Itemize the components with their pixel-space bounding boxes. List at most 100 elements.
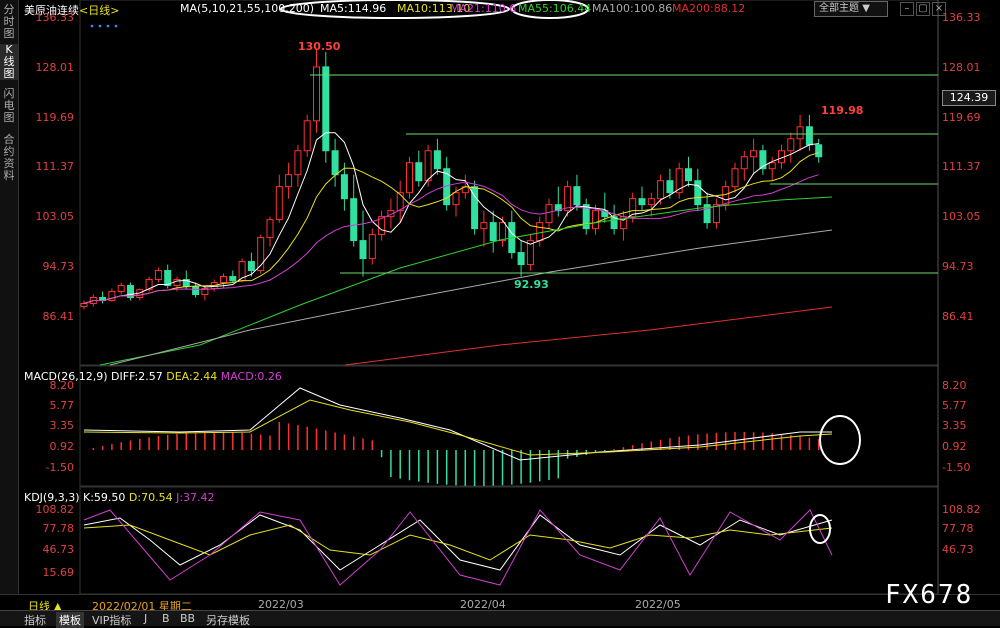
tab-vip-indicators[interactable]: VIP指标: [92, 612, 131, 628]
kdj-k-line: [83, 514, 833, 571]
price-tick-right: 103.05: [942, 210, 981, 223]
ma200-value: MA200:88.12: [672, 2, 746, 15]
ma5-value: MA5:114.96: [320, 2, 387, 15]
candle-body: [731, 168, 739, 188]
macd-tick-left: 3.35: [49, 419, 75, 432]
tab-save-template[interactable]: 另存模板: [206, 612, 250, 628]
price-chart[interactable]: [0, 0, 1000, 625]
current-price-tag: 124.39: [942, 90, 996, 106]
marker-dot: [106, 24, 110, 28]
theme-label: 全部主题: [819, 3, 859, 14]
watermark: FX678: [885, 580, 974, 610]
macd-tick-left: 0.92: [49, 440, 75, 453]
candle-body: [247, 261, 255, 272]
minimize-icon[interactable]: –: [900, 2, 914, 16]
candle-body: [768, 162, 776, 170]
candle-body: [666, 180, 674, 194]
chevron-down-icon: ▼: [862, 3, 870, 14]
macd-panel-frame: [79, 365, 939, 487]
candle-body: [499, 222, 506, 242]
candle-body: [303, 120, 311, 152]
candle-body: [592, 210, 599, 230]
restore-icon[interactable]: ▢: [916, 2, 930, 16]
period-label: <日线>: [79, 4, 120, 17]
high-annotation: 130.50: [298, 40, 341, 53]
tab-b[interactable]: B: [162, 612, 170, 625]
candle-body: [368, 234, 376, 260]
price-tick-left: 136.33: [35, 11, 75, 24]
macd-tick-left: 5.77: [49, 399, 75, 412]
ma21-value: MA21:110.6: [450, 2, 517, 15]
candle-body: [545, 204, 553, 224]
candle-body: [722, 186, 730, 206]
candle-body: [154, 270, 162, 281]
candle-body: [415, 162, 423, 182]
indicator-tab-bar: 指标 模板 VIP指标 J B BB 另存模板: [0, 610, 1000, 628]
candle-body: [266, 219, 274, 239]
price-tick-right: 86.41: [942, 310, 974, 323]
candle-body: [536, 222, 544, 242]
price-tick-right: 119.69: [942, 111, 981, 124]
kdj-tick-left: 77.78: [42, 522, 75, 535]
tab-indicators[interactable]: 指标: [24, 612, 46, 628]
candle-body: [480, 222, 488, 230]
low-annotation: 92.93: [514, 278, 549, 291]
candle-body: [340, 174, 348, 200]
candle-body: [433, 150, 441, 170]
candle-body: [638, 198, 646, 206]
candle-body: [787, 138, 795, 152]
price-tick-left: 119.69: [35, 111, 75, 124]
candle-body: [275, 186, 283, 221]
candle-body: [294, 150, 302, 176]
tab-templates[interactable]: 模板: [56, 612, 84, 628]
kdj-tick-right: 46.73: [942, 543, 974, 556]
candle-body: [712, 204, 720, 224]
candle-body: [396, 192, 404, 212]
candle-body: [331, 150, 339, 176]
kdj-k: K:59.50: [83, 491, 126, 504]
price-tick-left: 86.41: [42, 310, 75, 323]
kdj-tick-left: 108.82: [35, 503, 75, 516]
ma10-line: [83, 152, 819, 304]
candle-body: [117, 285, 125, 293]
tab-j[interactable]: J: [144, 612, 147, 625]
candle-body: [657, 180, 665, 200]
kdj-tick-right: 108.82: [942, 503, 981, 516]
marker-dot: [98, 24, 102, 28]
candle-body: [815, 144, 823, 158]
macd-tick-right: 5.77: [942, 399, 967, 412]
macd-tick-right: 0.92: [942, 440, 967, 453]
ma-params: MA(5,10,21,55,100,200): [180, 2, 315, 15]
kdj-j: J:37.42: [176, 491, 215, 504]
macd-tick-left: 8.20: [49, 379, 75, 392]
theme-select[interactable]: 全部主题 ▼: [814, 1, 888, 17]
candle-body: [424, 150, 432, 182]
candle-body: [750, 150, 758, 158]
candle-body: [350, 198, 358, 242]
candle-body: [647, 198, 655, 206]
kdj-d-line: [83, 524, 833, 561]
candle-body: [517, 252, 525, 266]
candle-body: [796, 126, 804, 140]
candle-body: [406, 162, 413, 194]
kdj-tick-left: 46.73: [42, 543, 75, 556]
candle-body: [573, 186, 581, 206]
price-tick-right: 94.73: [942, 260, 974, 273]
ma100-line: [109, 229, 833, 366]
price-tick-right: 111.37: [942, 160, 981, 173]
candle-body: [359, 240, 367, 260]
price-tick-left: 128.01: [35, 61, 75, 74]
macd-tick-right: 8.20: [942, 379, 967, 392]
candle-body: [285, 174, 293, 188]
kdj-tick-left: 15.69: [42, 566, 75, 579]
candle-body: [220, 276, 227, 284]
macd-tick-right: 3.35: [942, 419, 967, 432]
price-tick-right: 136.33: [942, 11, 981, 24]
price-tick-left: 103.05: [35, 210, 75, 223]
tab-bb[interactable]: BB: [180, 612, 195, 625]
candle-body: [564, 186, 572, 212]
kdj-tick-right: 77.78: [942, 522, 974, 535]
ma200-line: [344, 306, 833, 366]
candle-body: [489, 222, 497, 242]
candle-body: [740, 156, 748, 170]
